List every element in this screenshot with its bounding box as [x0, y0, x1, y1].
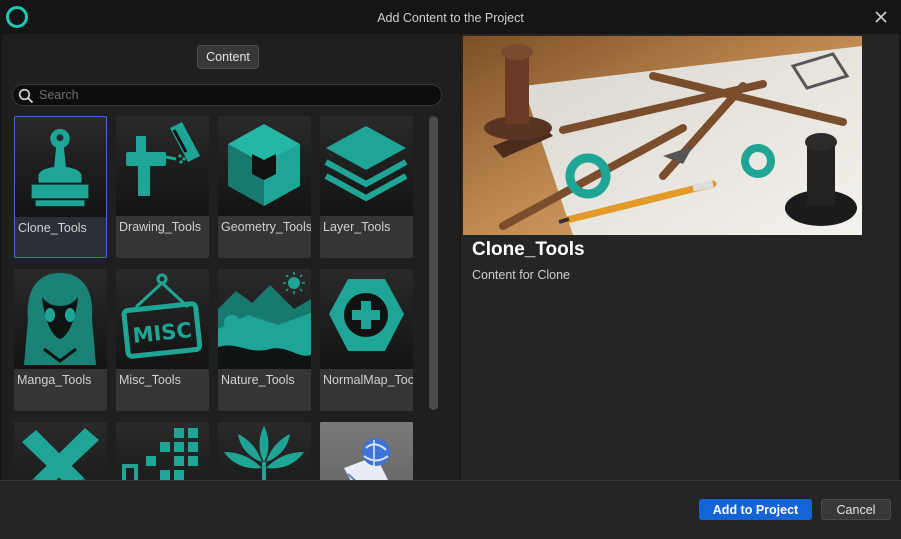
detail-title: Clone_Tools	[472, 239, 585, 260]
preview-image	[463, 36, 862, 235]
tile-geometry-tools[interactable]: Geometry_Tools	[218, 116, 311, 258]
search-box[interactable]	[12, 84, 442, 106]
tile-label: Clone_Tools	[18, 221, 87, 235]
search-icon	[18, 88, 34, 104]
add-to-project-button[interactable]: Add to Project	[699, 499, 812, 520]
cube-icon	[218, 116, 311, 216]
tile-clone-tools[interactable]: Clone_Tools	[14, 116, 107, 258]
layers-icon	[320, 116, 413, 216]
tile-nature-tools[interactable]: Nature_Tools	[218, 269, 311, 411]
pixel-grid-icon	[116, 422, 209, 480]
brush-cross-icon	[14, 422, 107, 480]
manga-girl-icon	[14, 269, 107, 369]
stamp-icon	[15, 117, 106, 217]
dialog-footer: Add to Project Cancel	[0, 480, 901, 539]
content-filter-button[interactable]: Content	[197, 45, 259, 69]
search-input[interactable]	[39, 86, 434, 104]
tile-manga-tools[interactable]: Manga_Tools	[14, 269, 107, 411]
normalmap-plus-icon	[320, 269, 413, 369]
tile-drawing-tools[interactable]: Drawing_Tools	[116, 116, 209, 258]
landscape-icon	[218, 269, 311, 369]
svg-text:MISC: MISC	[131, 318, 192, 348]
title-bar: Add Content to the Project	[0, 0, 901, 34]
airbrush-icon	[116, 116, 209, 216]
fern-icon	[218, 422, 311, 480]
window-title: Add Content to the Project	[377, 11, 524, 25]
tile-misc-tools[interactable]: MISC Misc_Tools	[116, 269, 209, 411]
tile-label: Manga_Tools	[17, 373, 92, 387]
tile-layer-tools[interactable]: Layer_Tools	[320, 116, 413, 258]
tile-label: Misc_Tools	[119, 373, 181, 387]
tile-plant-tools[interactable]	[218, 422, 311, 480]
detail-description: Content for Clone	[472, 268, 570, 282]
tile-package[interactable]	[320, 422, 413, 480]
misc-sign-icon: MISC	[116, 269, 209, 369]
tile-label: Layer_Tools	[323, 220, 391, 234]
close-icon[interactable]	[872, 8, 890, 26]
tile-label: Geometry_Tools	[221, 220, 311, 234]
cancel-button[interactable]: Cancel	[821, 499, 891, 520]
tile-label: NormalMap_Tools	[323, 373, 413, 387]
detail-panel: Clone_Tools Content for Clone	[461, 34, 899, 480]
package-globe-icon	[320, 422, 413, 480]
content-browser-panel: Content Clone_Tools	[2, 34, 460, 480]
tile-normalmap-tools[interactable]: NormalMap_Tools	[320, 269, 413, 411]
tile-label: Drawing_Tools	[119, 220, 201, 234]
tile-label: Nature_Tools	[221, 373, 295, 387]
tile-pixel-tools[interactable]	[116, 422, 209, 480]
tile-brush-tools[interactable]	[14, 422, 107, 480]
tiles-scrollbar[interactable]	[429, 116, 438, 410]
